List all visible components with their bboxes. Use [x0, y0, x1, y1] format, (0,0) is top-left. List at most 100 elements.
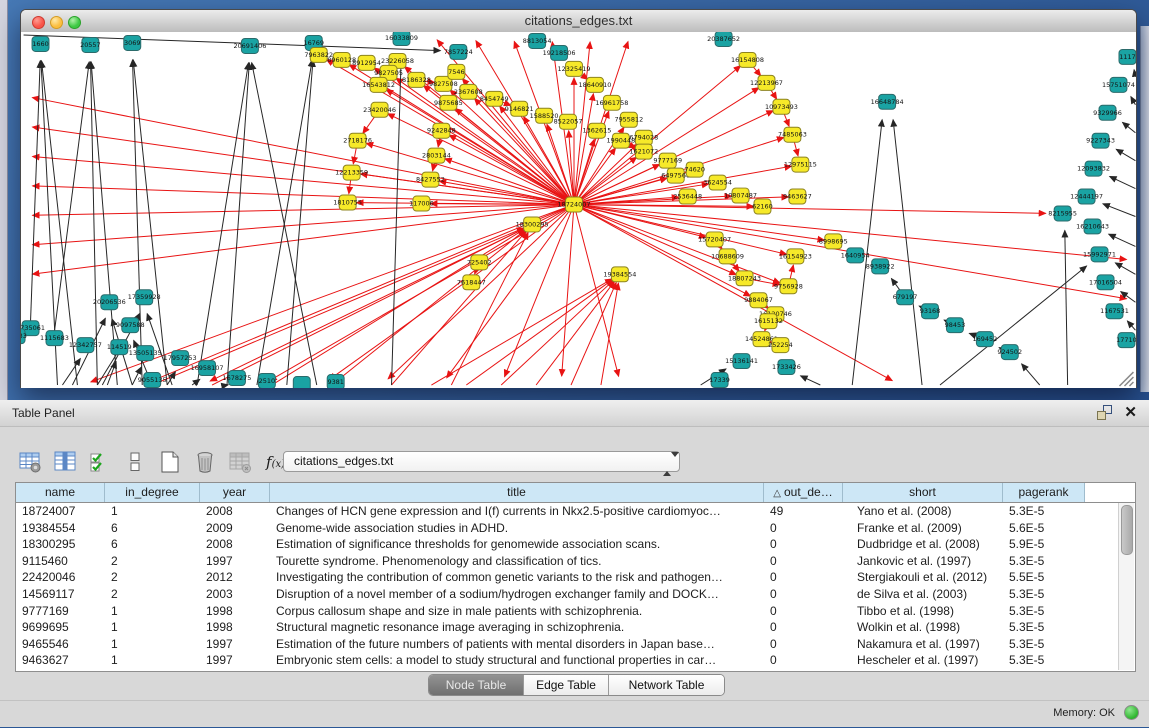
network-node[interactable]: 3069	[124, 35, 141, 50]
table-cell[interactable]: Wolkin et al. (1998)	[843, 619, 1003, 636]
network-node[interactable]: 7955812	[614, 112, 643, 127]
network-edge[interactable]	[388, 205, 574, 379]
table-cell[interactable]: 5.3E-5	[1003, 603, 1085, 620]
network-node[interactable]: 17710	[1116, 333, 1136, 348]
network-edge[interactable]	[574, 205, 619, 377]
network-node[interactable]: 17359928	[128, 290, 161, 305]
network-node[interactable]: 20206536	[93, 295, 126, 310]
network-node[interactable]: 16154923	[779, 249, 812, 264]
network-node[interactable]: 20691406	[233, 38, 266, 53]
table-cell[interactable]: 2008	[200, 503, 270, 520]
table-cell[interactable]: 18724007	[16, 503, 105, 520]
network-node[interactable]: 12444197	[1070, 189, 1103, 204]
network-edge[interactable]	[574, 157, 637, 204]
table-cell[interactable]: Disruption of a novel member of a sodium…	[270, 586, 764, 603]
table-cell[interactable]: 0	[764, 636, 843, 653]
network-edge[interactable]	[133, 60, 167, 385]
table-cell[interactable]: 6	[105, 536, 200, 553]
table-cell[interactable]: Jankovic et al. (1997)	[843, 553, 1003, 570]
close-panel-icon[interactable]: ✕	[1124, 405, 1137, 420]
network-edge[interactable]	[54, 62, 89, 331]
table-cell[interactable]: Corpus callosum shape and size in male p…	[270, 603, 764, 620]
network-node[interactable]: 16033809	[385, 32, 418, 45]
network-edge[interactable]	[574, 148, 616, 205]
network-node[interactable]: 12213359	[335, 165, 368, 180]
network-node[interactable]: 8938922	[866, 259, 895, 274]
network-node[interactable]: 12975115	[784, 157, 817, 172]
table-cell[interactable]: 0	[764, 603, 843, 620]
network-edge[interactable]	[1116, 149, 1135, 160]
table-row[interactable]: 969969511998Structural magnetic resonanc…	[16, 619, 1135, 636]
table-cell[interactable]: 2	[105, 553, 200, 570]
column-header-short[interactable]: short	[843, 483, 1003, 502]
select-columns-icon[interactable]	[53, 450, 77, 474]
table-cell[interactable]: Genome-wide association studies in ADHD.	[270, 520, 764, 537]
memory-status-icon[interactable]	[1124, 705, 1139, 720]
network-edge[interactable]	[1127, 321, 1135, 330]
table-row[interactable]: 946362711997Embryonic stem cells: a mode…	[16, 652, 1135, 669]
network-edge[interactable]	[272, 229, 525, 385]
select-rows-icon[interactable]	[88, 450, 112, 474]
table-cell[interactable]: 5.3E-5	[1003, 586, 1085, 603]
network-node[interactable]: 15720407	[698, 232, 731, 247]
network-node[interactable]	[293, 377, 310, 388]
table-cell[interactable]: 0	[764, 619, 843, 636]
network-node[interactable]: 16961758	[595, 95, 628, 110]
tab-edge-table[interactable]: Edge Table	[524, 675, 609, 695]
network-edge[interactable]	[1134, 70, 1135, 77]
network-edge[interactable]	[1123, 122, 1136, 132]
table-cell[interactable]: 2008	[200, 536, 270, 553]
network-node[interactable]: 1733426	[772, 360, 801, 375]
table-cell[interactable]: 5.9E-5	[1003, 536, 1085, 553]
network-edge[interactable]	[431, 279, 612, 385]
network-node[interactable]: 7485063	[778, 127, 807, 142]
table-cell[interactable]: 0	[764, 586, 843, 603]
table-cell[interactable]: 1997	[200, 636, 270, 653]
float-panel-icon[interactable]	[1097, 405, 1112, 420]
network-node[interactable]: 62160	[752, 199, 773, 214]
table-select-dropdown[interactable]: citations_edges.txt	[283, 451, 680, 472]
delete-table-icon[interactable]	[193, 450, 217, 474]
network-edge[interactable]	[62, 359, 80, 385]
table-cell[interactable]: 1	[105, 503, 200, 520]
table-cell[interactable]: 1	[105, 652, 200, 669]
network-node[interactable]: 1115683	[40, 331, 69, 346]
table-settings-icon[interactable]	[18, 450, 42, 474]
network-node[interactable]: 12093832	[1077, 161, 1110, 176]
table-cell[interactable]: 1	[105, 619, 200, 636]
network-edge[interactable]	[227, 63, 249, 385]
network-edge[interactable]	[1110, 176, 1136, 188]
network-edge[interactable]	[1103, 204, 1136, 217]
network-edge[interactable]	[91, 62, 117, 385]
table-row[interactable]: 1456911722003Disruption of a novel membe…	[16, 586, 1135, 603]
network-edge[interactable]	[1109, 234, 1136, 246]
table-cell[interactable]: 5.3E-5	[1003, 619, 1085, 636]
table-cell[interactable]: 2009	[200, 520, 270, 537]
table-cell[interactable]: Nakamura et al. (1997)	[843, 636, 1003, 653]
import-table-icon[interactable]	[228, 450, 252, 474]
table-cell[interactable]: 0	[764, 536, 843, 553]
table-cell[interactable]: 18300295	[16, 536, 105, 553]
table-cell[interactable]: 1998	[200, 619, 270, 636]
table-cell[interactable]: 1	[105, 636, 200, 653]
table-row[interactable]: 2242004622012Investigating the contribut…	[16, 569, 1135, 586]
table-cell[interactable]: 0	[764, 553, 843, 570]
table-cell[interactable]: 1997	[200, 553, 270, 570]
network-node[interactable]: 2718176	[343, 133, 372, 148]
table-cell[interactable]: Hescheler et al. (1997)	[843, 652, 1003, 669]
network-canvas[interactable]: 1660205573069206914061676916033809785722…	[21, 32, 1136, 388]
table-cell[interactable]: 9699695	[16, 619, 105, 636]
network-node[interactable]: 15992971	[1083, 247, 1116, 262]
network-edge[interactable]	[192, 379, 200, 385]
column-header-title[interactable]: title	[270, 483, 764, 502]
table-cell[interactable]: 9463627	[16, 652, 105, 669]
network-node[interactable]: 1660	[32, 36, 49, 51]
table-row[interactable]: 977716911998Corpus callosum shape and si…	[16, 603, 1135, 620]
table-cell[interactable]: Tourette syndrome. Phenomenology and cla…	[270, 553, 764, 570]
network-edge[interactable]	[31, 61, 41, 321]
network-node[interactable]: 93168	[920, 304, 941, 319]
network-node[interactable]: 725402	[467, 255, 492, 270]
network-node[interactable]: 117006	[409, 196, 434, 211]
column-header-name[interactable]: name	[16, 483, 105, 502]
network-edge[interactable]	[893, 120, 922, 385]
